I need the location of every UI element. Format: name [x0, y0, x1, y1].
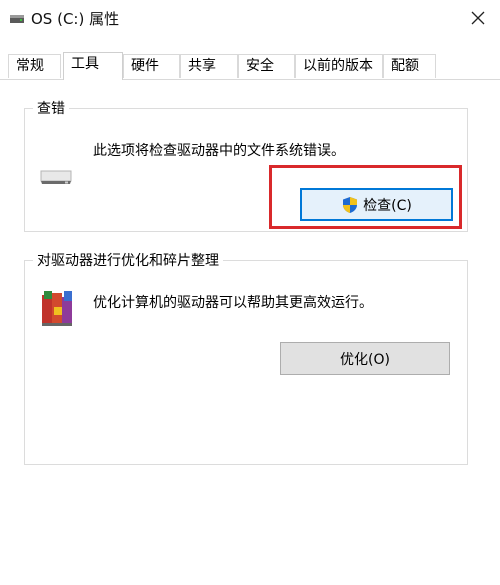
error-check-group-label: 查错: [33, 98, 69, 118]
tab-previous-versions[interactable]: 以前的版本: [295, 54, 383, 78]
window-title: OS (C:) 属性: [31, 10, 120, 28]
shield-icon: [341, 196, 359, 214]
tab-hardware[interactable]: 硬件: [123, 54, 180, 78]
properties-window: OS (C:) 属性 常规 工具 硬件 共享 安全 以前的版本 配额 查错 此选…: [0, 0, 500, 585]
tab-security[interactable]: 安全: [238, 54, 295, 78]
tab-tools[interactable]: 工具: [63, 52, 123, 80]
tab-sharing[interactable]: 共享: [180, 54, 238, 78]
optimize-group: 对驱动器进行优化和碎片整理 优化计算机的驱动器可以帮助其更高效运行。 优化(O): [24, 250, 468, 465]
drive-icon: [9, 12, 25, 26]
title-bar: OS (C:) 属性: [0, 0, 500, 38]
optimize-button[interactable]: 优化(O): [280, 342, 450, 375]
optimize-group-label: 对驱动器进行优化和碎片整理: [33, 250, 223, 270]
close-icon[interactable]: [466, 6, 490, 30]
tab-general[interactable]: 常规: [8, 54, 61, 78]
tab-strip: 常规 工具 硬件 共享 安全 以前的版本 配额: [0, 52, 500, 80]
tools-panel: 查错 此选项将检查驱动器中的文件系统错误。 检查(C) 对驱动器进行优化和碎片整…: [0, 80, 500, 585]
hard-drive-icon: [39, 165, 73, 187]
error-check-group: 查错 此选项将检查驱动器中的文件系统错误。 检查(C): [24, 98, 468, 232]
check-button[interactable]: 检查(C): [300, 188, 453, 221]
optimize-button-label: 优化(O): [340, 351, 390, 368]
tab-quota[interactable]: 配额: [383, 54, 436, 78]
optimize-description: 优化计算机的驱动器可以帮助其更高效运行。: [93, 295, 373, 311]
check-button-label: 检查(C): [363, 197, 412, 214]
error-check-description: 此选项将检查驱动器中的文件系统错误。: [93, 143, 345, 159]
defrag-icon: [40, 289, 74, 329]
